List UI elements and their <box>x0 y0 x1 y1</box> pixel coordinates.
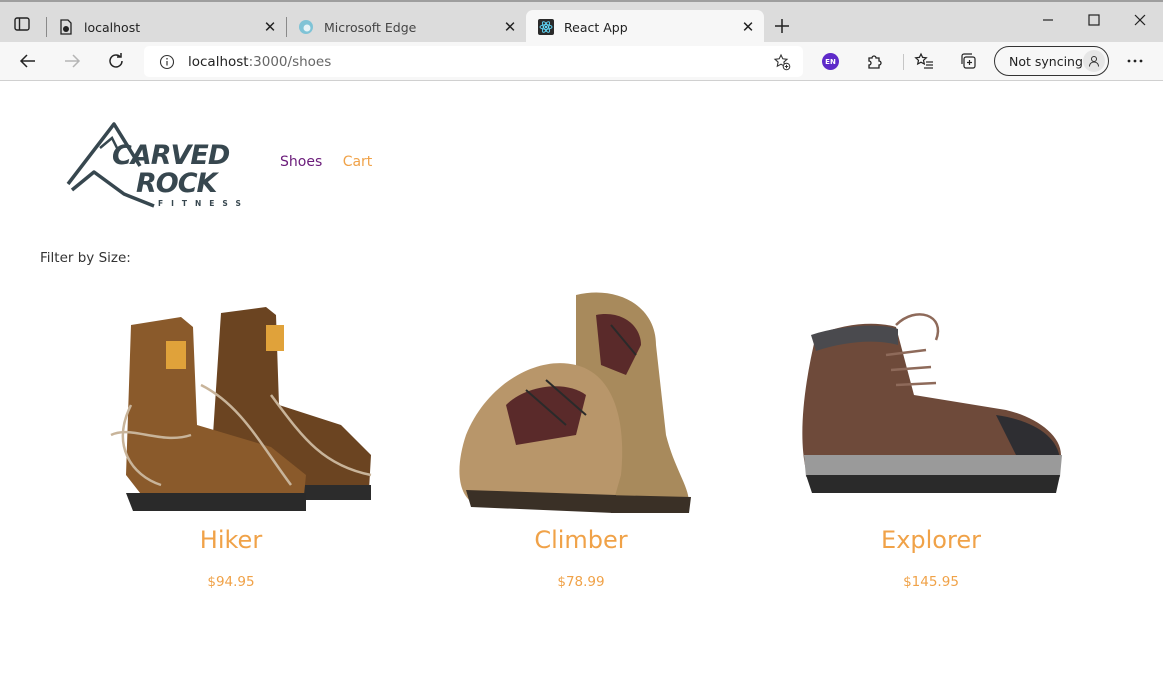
product-name[interactable]: Hiker <box>56 526 406 554</box>
url-path: :3000/shoes <box>248 53 332 70</box>
svg-text:CARVED: CARVED <box>112 140 230 171</box>
browser-toolbar: localhost:3000/shoes EN Not syncing <box>0 42 1163 81</box>
language-extension-icon[interactable]: EN <box>822 53 839 70</box>
product-card-explorer: Explorer $145.95 <box>756 280 1106 590</box>
hiker-boots-image[interactable] <box>56 280 406 520</box>
sync-label: Not syncing <box>1009 53 1083 69</box>
url-host: localhost <box>188 53 249 70</box>
react-icon <box>538 19 554 35</box>
minimize-icon[interactable] <box>1033 10 1063 30</box>
product-card-hiker: Hiker $94.95 <box>56 280 406 590</box>
climber-sandals-image[interactable] <box>406 280 756 520</box>
window-close-icon[interactable] <box>1125 10 1155 30</box>
product-name[interactable]: Climber <box>406 526 756 554</box>
forward-arrow-icon[interactable] <box>61 50 83 72</box>
tab-react-app[interactable]: React App ✕ <box>526 10 764 44</box>
svg-text:FITNESS: FITNESS <box>158 199 249 208</box>
product-name[interactable]: Explorer <box>756 526 1106 554</box>
favorites-icon[interactable] <box>913 50 935 72</box>
main-nav: Shoes Cart <box>280 154 388 170</box>
explorer-boot-image[interactable] <box>756 280 1106 520</box>
product-price: $78.99 <box>557 574 605 590</box>
product-price: $94.95 <box>207 574 255 590</box>
url-text: localhost:3000/shoes <box>188 54 331 70</box>
sync-button[interactable]: Not syncing <box>994 46 1109 76</box>
close-icon[interactable]: ✕ <box>502 18 518 36</box>
filter-label: Filter by Size: <box>40 250 131 266</box>
puzzle-icon[interactable] <box>864 50 886 72</box>
product-price: $145.95 <box>903 574 959 590</box>
info-icon[interactable] <box>159 54 175 70</box>
nav-cart-link[interactable]: Cart <box>343 154 373 170</box>
person-icon <box>1083 50 1105 72</box>
page-icon <box>60 19 72 35</box>
star-plus-icon[interactable] <box>773 53 791 71</box>
tab-title: localhost <box>84 19 141 35</box>
tab-actions-icon[interactable] <box>14 17 30 31</box>
tab-microsoft-edge[interactable]: Microsoft Edge ✕ <box>286 10 526 44</box>
svg-text:ROCK: ROCK <box>136 168 220 199</box>
more-icon[interactable] <box>1124 50 1146 72</box>
product-card-climber: Climber $78.99 <box>406 280 756 590</box>
tab-title: Microsoft Edge <box>324 19 417 35</box>
tab-localhost[interactable]: localhost ✕ <box>46 10 286 44</box>
plus-icon[interactable] <box>772 16 792 36</box>
back-arrow-icon[interactable] <box>17 50 39 72</box>
edge-icon <box>299 20 313 34</box>
address-bar[interactable]: localhost:3000/shoes <box>144 46 803 77</box>
close-icon[interactable]: ✕ <box>262 18 278 36</box>
maximize-icon[interactable] <box>1079 10 1109 30</box>
nav-shoes-link[interactable]: Shoes <box>280 154 322 170</box>
toolbar-separator <box>903 54 904 70</box>
close-icon[interactable]: ✕ <box>740 18 756 36</box>
refresh-icon[interactable] <box>105 50 127 72</box>
carved-rock-logo[interactable]: CARVED ROCK FITNESS <box>66 120 258 212</box>
tab-title: React App <box>564 19 628 35</box>
collections-icon[interactable] <box>957 50 979 72</box>
tab-strip: localhost ✕ Microsoft Edge ✕ React App ✕ <box>0 0 1163 44</box>
